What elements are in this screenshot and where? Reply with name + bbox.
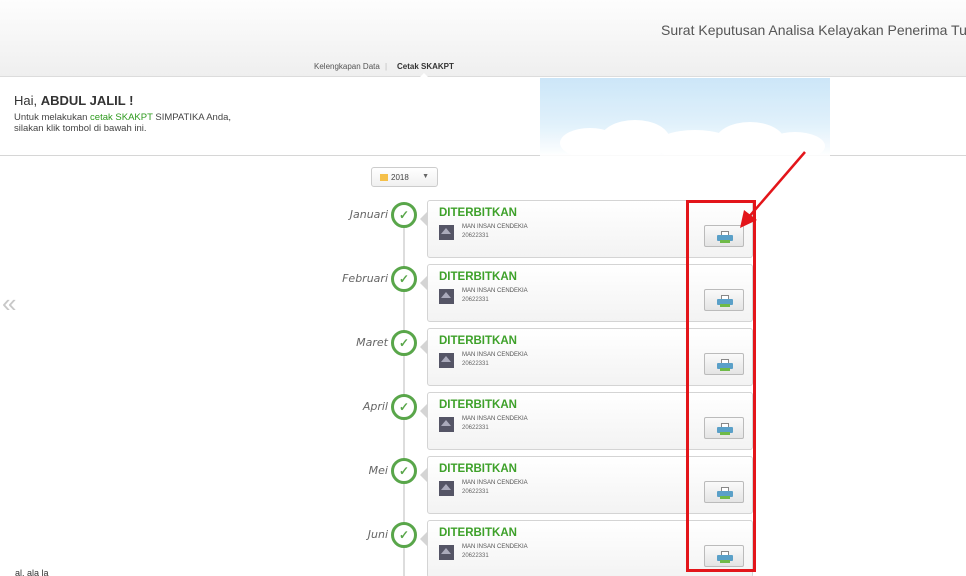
status-label: DITERBITKAN xyxy=(439,335,517,347)
greeting-title: Hai, ABDUL JALIL ! xyxy=(14,93,134,108)
greeting-panel: Hai, ABDUL JALIL ! Untuk melakukan cetak… xyxy=(0,78,966,162)
school-nsm: 20622331 xyxy=(462,233,489,239)
school-icon xyxy=(439,289,454,304)
school-name: MAN INSAN CENDEKIA xyxy=(462,544,528,550)
year-value: 2018 xyxy=(391,173,409,182)
footer-text: al. ala la xyxy=(15,568,49,576)
month-label: April xyxy=(362,400,388,413)
school-icon xyxy=(439,545,454,560)
school-name: MAN INSAN CENDEKIA xyxy=(462,352,528,358)
school-nsm: 20622331 xyxy=(462,489,489,495)
check-circle-icon: ✓ xyxy=(391,394,417,420)
card-pointer xyxy=(420,532,427,546)
card-pointer xyxy=(420,212,427,226)
status-label: DITERBITKAN xyxy=(439,207,517,219)
status-label: DITERBITKAN xyxy=(439,271,517,283)
school-icon xyxy=(439,481,454,496)
school-icon xyxy=(439,353,454,368)
card-pointer xyxy=(420,276,427,290)
month-label: Juni xyxy=(367,528,388,541)
status-label: DITERBITKAN xyxy=(439,399,517,411)
timeline-entry: April ✓ DITERBITKAN MAN INSAN CENDEKIA 2… xyxy=(0,392,966,456)
tab-kelengkapan-data[interactable]: Kelengkapan Data xyxy=(314,62,380,71)
timeline-entry: Februari ✓ DITERBITKAN MAN INSAN CENDEKI… xyxy=(0,264,966,328)
timeline-entry: Juni ✓ DITERBITKAN MAN INSAN CENDEKIA 20… xyxy=(0,520,966,576)
check-circle-icon: ✓ xyxy=(391,266,417,292)
school-name: MAN INSAN CENDEKIA xyxy=(462,288,528,294)
tab-bar: Kelengkapan Data | Cetak SKAKPT xyxy=(0,62,966,78)
tab-cetak-skakpt[interactable]: Cetak SKAKPT xyxy=(397,62,454,71)
school-name: MAN INSAN CENDEKIA xyxy=(462,416,528,422)
month-label: Januari xyxy=(349,208,388,221)
school-icon xyxy=(439,417,454,432)
check-circle-icon: ✓ xyxy=(391,458,417,484)
red-arrow-annotation xyxy=(740,151,806,228)
timeline-entry: Januari ✓ DITERBITKAN MAN INSAN CENDEKIA… xyxy=(0,200,966,264)
user-name: ABDUL JALIL ! xyxy=(40,93,134,108)
sky-banner xyxy=(540,78,830,162)
calendar-icon xyxy=(380,174,388,181)
school-icon xyxy=(439,225,454,240)
timeline-entry: Mei ✓ DITERBITKAN MAN INSAN CENDEKIA 206… xyxy=(0,456,966,520)
year-select[interactable]: 2018 ▼ xyxy=(371,167,438,187)
app-title: Surat Keputusan Analisa Kelayakan Peneri… xyxy=(661,22,966,38)
month-label: Maret xyxy=(356,336,388,349)
school-nsm: 20622331 xyxy=(462,425,489,431)
highlight-box xyxy=(686,200,756,572)
status-label: DITERBITKAN xyxy=(439,463,517,475)
check-circle-icon: ✓ xyxy=(391,330,417,356)
card-pointer xyxy=(420,340,427,354)
month-label: Mei xyxy=(368,464,388,477)
school-nsm: 20622331 xyxy=(462,297,489,303)
school-name: MAN INSAN CENDEKIA xyxy=(462,224,528,230)
greeting-instructions: Untuk melakukan cetak SKAKPT SIMPATIKA A… xyxy=(14,112,232,134)
school-nsm: 20622331 xyxy=(462,361,489,367)
tab-separator: | xyxy=(385,62,388,71)
month-label: Februari xyxy=(342,272,388,285)
timeline-entry: Maret ✓ DITERBITKAN MAN INSAN CENDEKIA 2… xyxy=(0,328,966,392)
status-label: DITERBITKAN xyxy=(439,527,517,539)
card-pointer xyxy=(420,468,427,482)
check-circle-icon: ✓ xyxy=(391,202,417,228)
check-circle-icon: ✓ xyxy=(391,522,417,548)
school-nsm: 20622331 xyxy=(462,553,489,559)
top-bar: Surat Keputusan Analisa Kelayakan Peneri… xyxy=(0,0,966,78)
card-pointer xyxy=(420,404,427,418)
school-name: MAN INSAN CENDEKIA xyxy=(462,480,528,486)
chevron-down-icon: ▼ xyxy=(422,173,429,180)
